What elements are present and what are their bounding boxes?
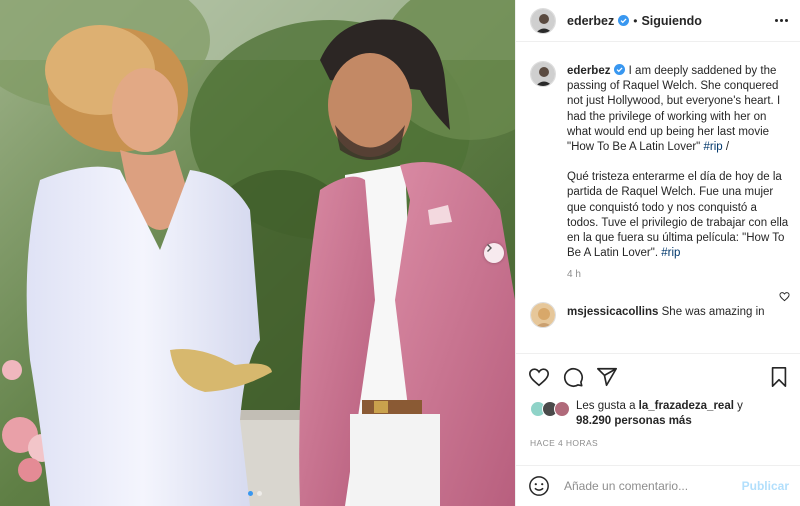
carousel-next-button[interactable] [484,243,504,263]
add-comment-bar: Publicar [516,465,800,506]
emoji-icon[interactable] [528,475,550,497]
avatar[interactable] [530,301,556,328]
comment-username[interactable]: msjessicacollins [567,306,658,318]
post-photo[interactable] [0,0,515,506]
hashtag-link[interactable]: #rip [661,247,680,259]
publish-button[interactable]: Publicar [742,479,789,493]
caption-text-en: I am deeply saddened by the passing of R… [567,65,781,154]
comment-like-heart-icon[interactable] [779,291,790,302]
liker-username[interactable]: la_frazadeza_real [639,400,734,412]
carousel-indicator [248,491,262,496]
caption-username[interactable]: ederbez [567,65,610,77]
bookmark-icon[interactable] [769,366,789,388]
avatar[interactable] [530,61,556,87]
avatar [554,401,570,417]
caption-comment: ederbez I am deeply saddened by the pass… [530,52,791,283]
likes-middle: y [733,400,743,412]
avatar[interactable] [530,7,556,34]
post-header: ederbez • Siguiendo [516,0,800,42]
likes-count-link[interactable]: 98.290 personas más [576,415,692,427]
hashtag-link[interactable]: #rip [703,141,722,153]
post-timestamp: HACE 4 HORAS [530,438,599,448]
carousel-dot-active [248,491,253,496]
caption-timestamp: 4 h [567,269,581,281]
post-username[interactable]: ederbez [567,14,614,28]
separator: • [633,13,638,28]
action-bar [516,353,800,399]
comments-list[interactable]: ederbez I am deeply saddened by the pass… [516,52,800,353]
share-icon[interactable] [596,366,618,388]
post-side-panel: ederbez • Siguiendo ederbez I am deeply … [515,0,800,506]
follow-status-button[interactable]: Siguiendo [641,14,701,28]
heart-icon[interactable] [528,366,550,388]
comment-item: msjessicacollins She was amazing in [530,301,791,328]
verified-badge-icon [614,64,626,75]
likes-prefix: Les gusta a [576,400,639,412]
carousel-dot [257,491,262,496]
caption-body: ederbez I am deeply saddened by the pass… [567,64,791,283]
chevron-right-icon [487,244,492,252]
comment-text: She was amazing in [661,305,765,318]
verified-badge-icon [618,15,630,26]
caption-tail: / [722,141,730,154]
liker-avatars [530,401,574,417]
comment-input[interactable] [564,479,742,493]
likes-summary: Les gusta a la_frazadeza_real y 98.290 p… [530,399,795,429]
photo-illustration [0,0,515,506]
comment-icon[interactable] [562,366,584,388]
more-icon[interactable] [775,19,788,22]
